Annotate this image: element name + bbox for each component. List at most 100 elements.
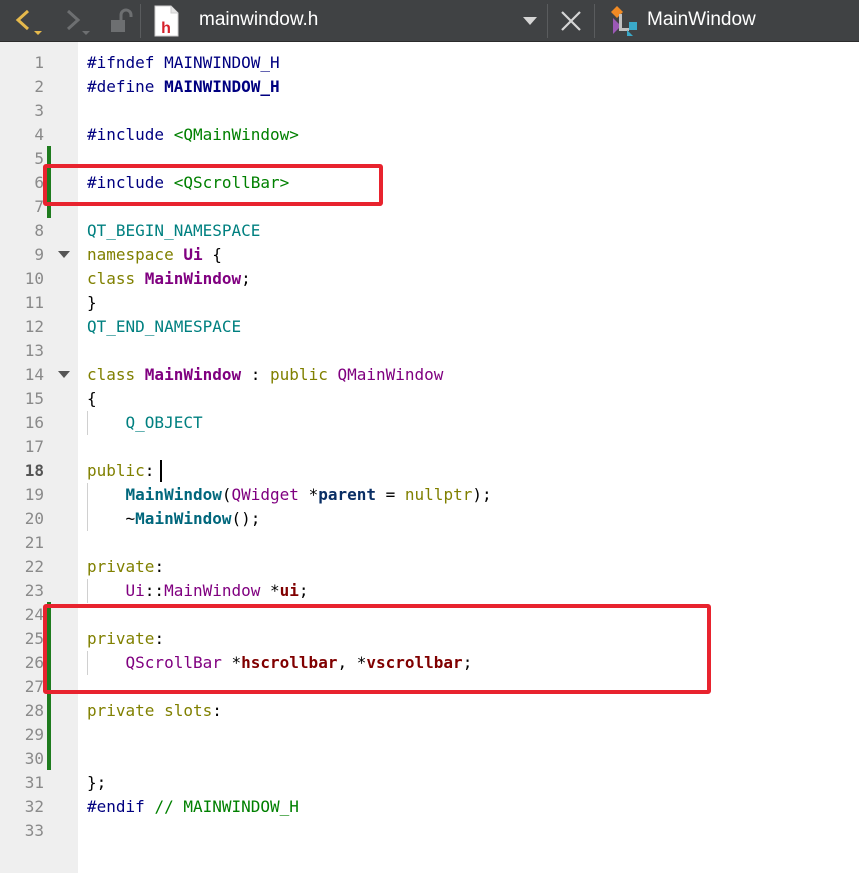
open-documents-dropdown[interactable]	[516, 0, 544, 42]
line-number: 21	[24, 533, 44, 552]
line-number: 7	[34, 197, 44, 216]
code-token: MAINWINDOW_H	[164, 77, 280, 96]
line-number: 22	[24, 557, 44, 576]
code-token: :	[154, 557, 165, 576]
code-line[interactable]: 29	[0, 723, 859, 747]
code-token: :	[212, 701, 222, 720]
code-line[interactable]: 1 #ifndef MAINWINDOW_H	[0, 51, 859, 75]
line-number: 17	[24, 437, 44, 456]
line-number: 13	[24, 341, 44, 360]
symbol-selector-icon-wrap[interactable]	[604, 0, 644, 42]
code-token: QT_BEGIN_NAMESPACE	[87, 221, 261, 240]
class-icon	[611, 6, 637, 36]
code-line[interactable]: 8 QT_BEGIN_NAMESPACE	[0, 219, 859, 243]
code-token: QMainWindow	[337, 365, 444, 384]
code-token: MainWindow	[135, 509, 232, 528]
code-token: }	[87, 293, 97, 312]
line-number: 8	[34, 221, 44, 240]
code-line[interactable]: 15 {	[0, 387, 859, 411]
code-token: ~	[87, 509, 136, 528]
line-number: 19	[24, 485, 44, 504]
close-icon	[561, 11, 581, 31]
line-number: 33	[24, 821, 44, 840]
code-token: namespace	[87, 245, 184, 264]
back-arrow-icon	[15, 9, 42, 35]
close-document-button[interactable]	[552, 0, 590, 42]
header-file-icon: h	[154, 5, 179, 37]
code-line[interactable]: 17	[0, 435, 859, 459]
line-number: 16	[24, 413, 44, 432]
line-number: 12	[24, 317, 44, 336]
line-number: 23	[24, 581, 44, 600]
code-line[interactable]: 13	[0, 339, 859, 363]
line-number: 28	[24, 701, 44, 720]
code-line[interactable]: 22 private:	[0, 555, 859, 579]
code-line[interactable]: 16 Q_OBJECT	[0, 411, 859, 435]
code-text: }	[87, 291, 97, 315]
code-token: {	[87, 389, 97, 408]
code-token: class	[87, 269, 145, 288]
red-highlight-include	[43, 164, 383, 206]
code-line[interactable]: 23 Ui::MainWindow *ui;	[0, 579, 859, 603]
code-line[interactable]: 12 QT_END_NAMESPACE	[0, 315, 859, 339]
code-line[interactable]: 20 ~MainWindow();	[0, 507, 859, 531]
text-cursor	[160, 460, 162, 482]
back-button[interactable]	[8, 0, 48, 42]
forward-arrow-icon	[66, 9, 90, 35]
code-line[interactable]: 31};	[0, 771, 859, 795]
line-number: 4	[34, 125, 44, 144]
line-number: 2	[34, 77, 44, 96]
line-number: 31	[24, 773, 44, 792]
code-token: public	[87, 461, 145, 480]
code-text: QT_END_NAMESPACE	[87, 315, 241, 339]
code-line[interactable]: 19 MainWindow(QWidget *parent = nullptr)…	[0, 483, 859, 507]
code-text: #include <QMainWindow>	[87, 123, 299, 147]
line-number: 20	[24, 509, 44, 528]
code-token: class	[87, 365, 145, 384]
code-token: nullptr	[404, 485, 473, 504]
code-token: QWidget	[231, 485, 299, 504]
code-token: };	[87, 773, 107, 792]
fold-toggle-icon[interactable]	[58, 371, 70, 378]
code-token: ui	[279, 581, 299, 600]
code-line[interactable]: 10 class MainWindow;	[0, 267, 859, 291]
code-token: {	[202, 245, 222, 264]
code-token: #include	[87, 125, 174, 144]
line-number: 25	[24, 629, 44, 648]
line-number: 1	[34, 53, 44, 72]
code-token: #define	[87, 77, 165, 96]
code-line[interactable]: 14 class MainWindow : public QMainWindow	[0, 363, 859, 387]
code-line[interactable]: 21	[0, 531, 859, 555]
line-number: 18	[24, 461, 44, 480]
code-line[interactable]: 28 private slots:	[0, 699, 859, 723]
code-line[interactable]: 11}	[0, 291, 859, 315]
code-token: *	[298, 485, 319, 504]
fold-toggle-icon[interactable]	[58, 251, 70, 258]
current-symbol[interactable]: MainWindow	[647, 0, 756, 42]
code-token: MainWindow	[144, 365, 242, 384]
editor-toolbar: h mainwindow.h MainWindow	[0, 0, 859, 42]
line-number: 14	[24, 365, 44, 384]
line-number: 11	[24, 293, 44, 312]
file-type-indicator: h	[148, 0, 184, 42]
code-line[interactable]: 3	[0, 99, 859, 123]
code-text: private:	[87, 555, 164, 579]
line-number: 5	[34, 149, 44, 168]
line-number: 29	[24, 725, 44, 744]
code-token: ::	[144, 581, 165, 600]
open-document-name[interactable]: mainwindow.h	[199, 0, 318, 42]
code-line[interactable]: 30	[0, 747, 859, 771]
line-number: 10	[24, 269, 44, 288]
code-text: };	[87, 771, 106, 795]
code-line[interactable]: 18 public:	[0, 459, 859, 483]
code-token: Ui	[183, 245, 203, 264]
code-line[interactable]: 2 #define MAINWINDOW_H	[0, 75, 859, 99]
code-text: #endif // MAINWINDOW_H	[87, 795, 299, 819]
code-line[interactable]: 4 #include <QMainWindow>	[0, 123, 859, 147]
code-line[interactable]: 32 #endif // MAINWINDOW_H	[0, 795, 859, 819]
forward-button[interactable]	[56, 0, 96, 42]
line-number: 15	[24, 389, 44, 408]
line-number: 6	[34, 173, 44, 192]
code-line[interactable]: 9 namespace Ui {	[0, 243, 859, 267]
code-line[interactable]: 33	[0, 819, 859, 843]
